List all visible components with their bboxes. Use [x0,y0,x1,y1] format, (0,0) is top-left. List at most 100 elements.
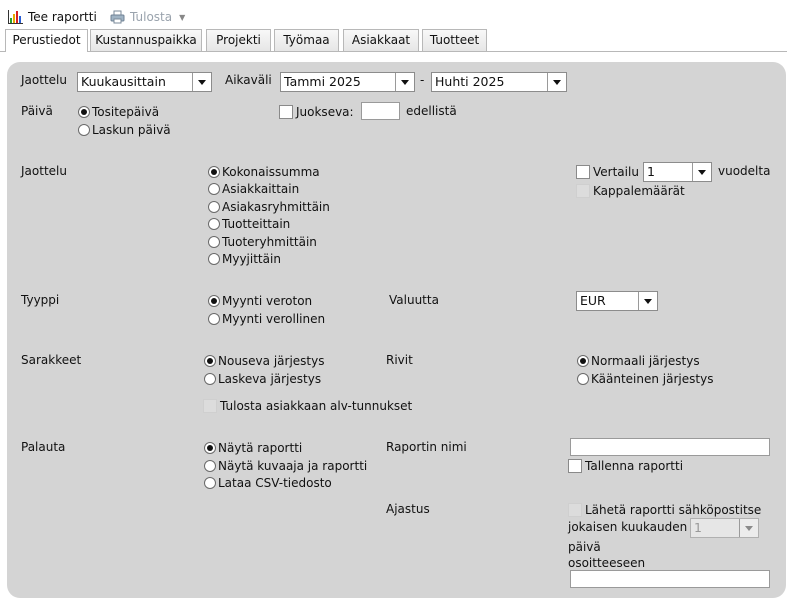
range-separator: - [420,73,425,87]
running-label: Juokseva: [296,104,354,119]
period-select-value: Kuukausittain [81,74,166,89]
make-report-button[interactable]: Tee raportti [8,8,97,26]
make-report-label: Tee raportti [28,10,97,24]
grouping-option-label: Asiakkaittain [222,181,300,196]
radio-selected-icon [78,105,90,118]
range-to-select[interactable]: Huhti 2025 [431,72,567,92]
print-label: Tulosta [130,10,173,24]
radio-selected-icon [208,294,220,307]
printer-icon [110,10,125,24]
address-label: osoitteeseen [568,556,646,570]
chevron-down-icon [638,292,657,310]
chevron-down-icon [547,73,566,91]
output-option-csv[interactable]: Lataa CSV-tiedosto [204,475,332,490]
schedule-label: Ajastus [386,502,430,516]
range-to-value: Huhti 2025 [435,74,505,89]
schedule-day-select[interactable]: 1 [690,518,759,538]
tab-tyomaa[interactable]: Työmaa [274,29,339,51]
type-option-net[interactable]: Myynti veroton [208,293,312,308]
grouping-option-customers[interactable]: Asiakkaittain [208,181,299,196]
chevron-down-icon [395,73,414,91]
output-option-chart-report[interactable]: Näytä kuvaaja ja raportti [204,458,367,473]
output-option-label: Lataa CSV-tiedosto [218,475,332,490]
schedule-day-value: 1 [694,520,702,535]
type-option-label: Myynti veroton [222,293,313,308]
date-option-label: Tositepäivä [92,104,160,119]
output-option-report[interactable]: Näytä raportti [204,440,302,455]
radio-icon [577,372,589,385]
save-report-label: Tallenna raportti [585,458,684,473]
checkbox-icon [568,458,582,473]
report-name-label: Raportin nimi [386,440,467,454]
rows-label: Rivit [386,353,413,367]
compare-checkbox[interactable]: Vertailu [576,164,639,179]
radio-icon [208,252,220,265]
type-option-label: Myynti verollinen [222,311,326,326]
each-month-label: jokaisen kuukauden [568,520,688,534]
output-label: Palauta [21,440,66,454]
grouping-option-product-groups[interactable]: Tuoteryhmittäin [208,234,317,249]
tab-tuotteet[interactable]: Tuotteet [422,29,487,51]
vat-ids-checkbox[interactable]: Tulosta asiakkaan alv-tunnukset [203,398,412,413]
email-address-input[interactable] [570,570,770,588]
period-label: Jaottelu [21,73,67,87]
running-checkbox[interactable]: Juokseva: [279,104,354,119]
columns-option-label: Nouseva järjestys [218,353,325,368]
tab-asiakkaat[interactable]: Asiakkaat [343,29,419,51]
compare-years-value: 1 [647,164,655,179]
type-option-gross[interactable]: Myynti verollinen [208,311,325,326]
date-option-invoice[interactable]: Laskun päivä [78,122,171,137]
chevron-down-icon: ▼ [179,12,186,22]
radio-selected-icon [204,354,216,367]
radio-selected-icon [204,441,216,454]
print-button[interactable]: Tulosta ▼ [110,8,185,26]
range-from-select[interactable]: Tammi 2025 [280,72,415,92]
grouping-option-total[interactable]: Kokonaissumma [208,164,320,179]
chevron-down-icon [192,73,211,91]
output-option-label: Näytä raportti [218,440,303,455]
grouping-option-products[interactable]: Tuotteittain [208,216,290,231]
checkbox-icon [576,164,590,179]
radio-icon [78,123,90,136]
grouping-option-label: Asiakasryhmittäin [222,199,330,214]
compare-label: Vertailu [593,164,639,179]
radio-icon [208,312,220,325]
currency-value: EUR [580,293,606,308]
grouping-label: Jaottelu [21,164,67,178]
chevron-down-icon [739,519,758,537]
vat-ids-label: Tulosta asiakkaan alv-tunnukset [220,398,413,413]
radio-icon [204,372,216,385]
tab-perustiedot[interactable]: Perustiedot [5,29,88,52]
grouping-option-customer-groups[interactable]: Asiakasryhmittäin [208,199,330,214]
rows-option-label: Käänteinen järjestys [591,371,714,386]
period-select[interactable]: Kuukausittain [77,72,212,92]
currency-select[interactable]: EUR [576,291,658,311]
columns-option-descending[interactable]: Laskeva järjestys [204,371,321,386]
rows-option-reverse[interactable]: Käänteinen järjestys [577,371,713,386]
form-panel [7,62,786,598]
tabs-divider [0,51,787,52]
columns-option-ascending[interactable]: Nouseva järjestys [204,353,324,368]
tab-kustannuspaikka[interactable]: Kustannuspaikka [90,29,202,51]
columns-label: Sarakkeet [21,353,82,367]
report-name-input[interactable] [570,438,770,456]
quantities-checkbox[interactable]: Kappalemäärät [576,183,685,198]
compare-years-select[interactable]: 1 [643,162,712,182]
radio-icon [208,217,220,230]
output-option-label: Näytä kuvaaja ja raportti [218,458,368,473]
date-option-label: Laskun päivä [92,122,171,137]
radio-icon [204,459,216,472]
tab-projekti[interactable]: Projekti [206,29,271,51]
save-report-checkbox[interactable]: Tallenna raportti [568,458,683,473]
radio-icon [208,235,220,248]
grouping-option-label: Myyjittäin [222,251,281,266]
grouping-option-label: Tuoteryhmittäin [222,234,317,249]
checkbox-icon [568,502,582,517]
email-report-checkbox[interactable]: Lähetä raportti sähköpostitse [568,502,761,517]
grouping-option-sellers[interactable]: Myyjittäin [208,251,281,266]
rows-option-normal[interactable]: Normaali järjestys [577,353,700,368]
running-count-input[interactable] [361,102,400,120]
compare-suffix: vuodelta [718,164,771,178]
date-option-voucher[interactable]: Tositepäivä [78,104,159,119]
radio-icon [208,200,220,213]
